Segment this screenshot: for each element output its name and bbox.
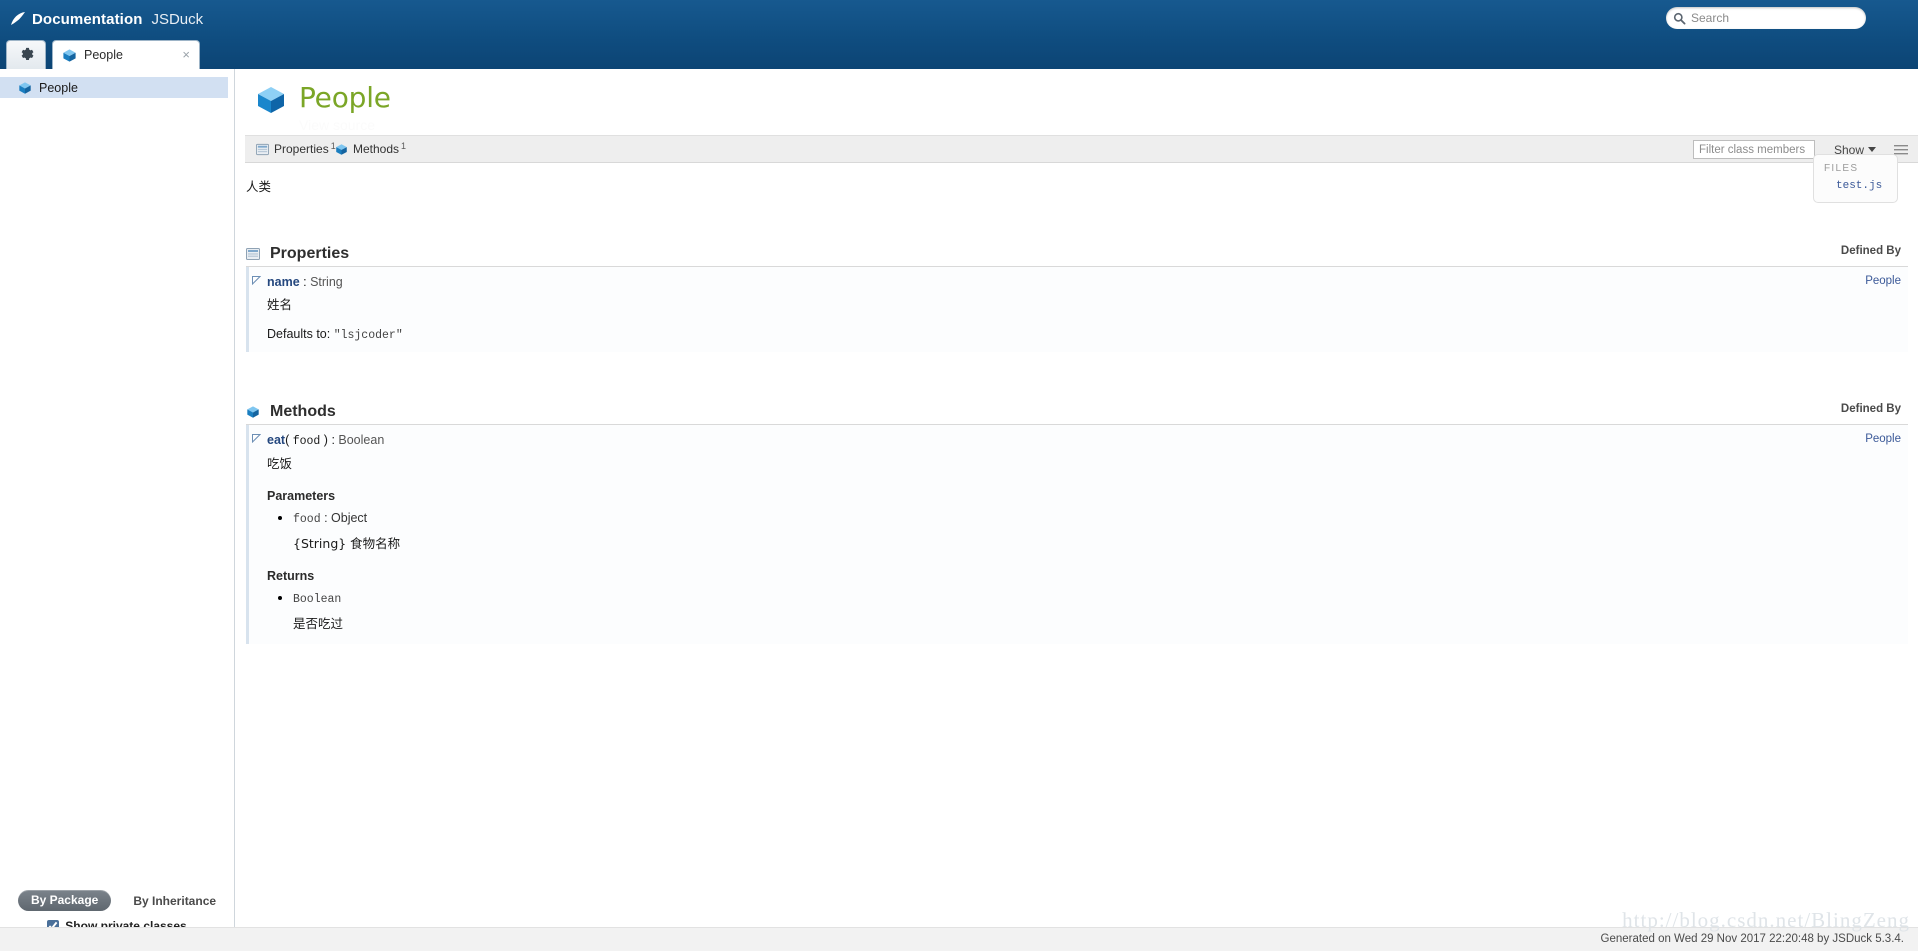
section-properties-header: Properties Defined By [246,241,1908,267]
defined-by-header: Defined By [1840,245,1901,257]
member-return-type: Boolean [338,433,385,447]
member-description: 吃饭 [267,456,293,471]
paren-close: ) [320,433,328,447]
search-icon [1673,12,1686,25]
parameter-type: Object [331,511,368,525]
paren-open: ( [285,433,293,447]
tab-people[interactable]: People × [52,40,200,69]
chevron-down-icon [1868,147,1876,152]
method-cube-icon [246,405,260,419]
member-owner-link[interactable]: People [1865,275,1901,287]
grouping-toggle-row: By Package By Inheritance [0,890,234,911]
section-methods: Methods Defined By People eat( food ) : … [246,399,1908,644]
parameter-item: food : Object {String} 食物名称 [293,509,1908,552]
property-icon [256,143,269,156]
view-source-link[interactable]: View source [299,117,375,133]
return-item: Boolean 是否吃过 [293,589,1908,632]
member-separator: : [299,275,311,289]
member-owner-link[interactable]: People [1865,433,1901,445]
app-header: Documentation JSDuck [0,0,1918,38]
member-toolbar: Properties 1 Methods 1 Show [245,135,1918,163]
member-name[interactable]: eat [267,433,285,447]
section-methods-header: Methods Defined By [246,399,1908,425]
parameters-title: Parameters [267,489,336,503]
parameter-name: food [293,513,321,526]
class-cube-icon [18,81,32,95]
generated-text: Generated on Wed 29 Nov 2017 22:20:48 by… [1600,933,1904,945]
toolbar-methods-label: Methods [353,142,400,156]
method-cube-icon [335,143,348,156]
return-type: Boolean [293,593,342,606]
class-cube-icon [254,83,288,117]
member-row-name: People name : String 姓名 Defaults to: "ls… [246,267,1908,352]
app-title: Documentation [32,10,143,28]
member-name[interactable]: name [267,275,300,289]
member-type: String [310,275,343,289]
sidebar: People By Package By Inheritance Show pr… [0,69,235,951]
member-defaults-value: "lsjcoder" [333,329,403,342]
section-properties: Properties Defined By People name : Stri… [246,241,1908,352]
member-signature: name : String [267,275,1908,289]
page-title: People [299,81,391,114]
filter-class-members-input[interactable] [1693,140,1815,159]
sidebar-item-label: People [39,80,78,95]
member-separator: : [327,433,339,447]
feather-logo-icon [8,9,28,29]
toolbar-methods-count: 1 [401,141,407,151]
member-args: food [292,435,321,448]
collapse-triangle-icon[interactable] [252,272,262,286]
class-header: People View source [236,69,1918,135]
parameter-separator: : [320,511,332,525]
section-properties-title: Properties [270,244,350,262]
sidebar-item-people[interactable]: People [0,77,228,98]
by-inheritance-button[interactable]: By Inheritance [133,894,216,908]
defined-by-header: Defined By [1840,403,1901,415]
search-box[interactable] [1666,7,1866,29]
gear-icon [19,45,34,65]
parameter-description: {String} 食物名称 [293,536,401,551]
toolbar-properties-label: Properties [274,142,329,156]
member-signature: eat( food ) : Boolean [267,433,1908,448]
files-box: FILES test.js [1813,154,1898,203]
class-tree: People [0,77,228,98]
parameters-list: food : Object {String} 食物名称 [267,509,1908,552]
member-defaults-label: Defaults to: [267,327,334,341]
property-icon [246,247,260,261]
collapse-triangle-icon[interactable] [252,430,262,444]
search-input[interactable] [1691,11,1851,25]
member-description: 姓名 [267,297,293,312]
tab-settings[interactable] [6,40,46,69]
returns-list: Boolean 是否吃过 [267,589,1908,632]
source-file-link[interactable]: test.js [1836,180,1887,192]
toolbar-methods-filter[interactable]: Methods 1 [335,142,406,156]
return-description: 是否吃过 [293,616,344,631]
main-content: People View source Properties 1 Methods … [236,69,1918,951]
tab-bar: People × » [0,38,1918,100]
section-methods-title: Methods [270,402,336,420]
class-description: 人类 [246,179,272,194]
files-box-title: FILES [1824,163,1859,174]
member-defaults: Defaults to: "lsjcoder" [267,327,1908,342]
class-cube-icon [62,48,77,63]
close-icon[interactable]: × [182,48,190,61]
app-subtitle: JSDuck [151,10,204,28]
member-row-eat: People eat( food ) : Boolean 吃饭 Paramete… [246,425,1908,644]
tab-people-label: People [84,48,123,62]
returns-title: Returns [267,569,315,583]
by-package-button[interactable]: By Package [17,890,112,911]
toolbar-properties-filter[interactable]: Properties 1 [256,142,336,156]
app-footer: Generated on Wed 29 Nov 2017 22:20:48 by… [0,927,1918,951]
